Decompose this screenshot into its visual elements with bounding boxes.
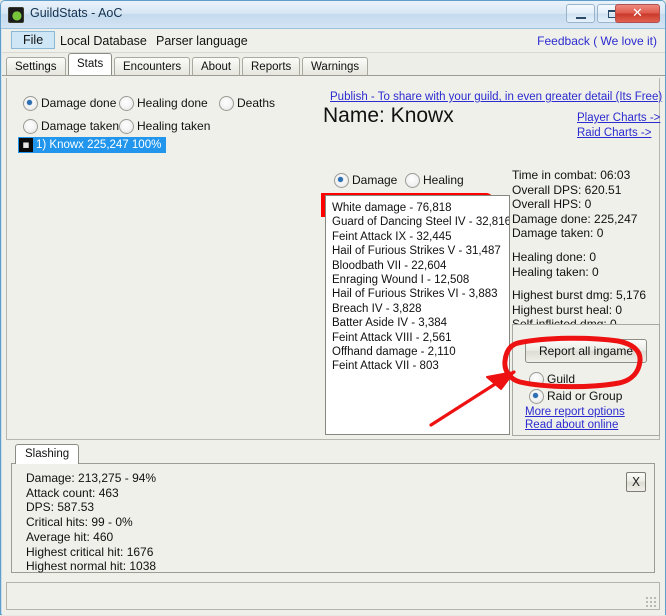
radio-damage-done[interactable]: Damage done: [23, 96, 116, 111]
radio-damage-taken[interactable]: Damage taken: [23, 119, 119, 134]
status-bar: [6, 582, 660, 610]
detail-stat-line: Damage: 213,275 - 94%: [26, 471, 157, 485]
ability-row[interactable]: Enraging Wound I - 12,508: [332, 273, 509, 287]
ability-row[interactable]: Feint Attack VII - 803: [332, 359, 509, 373]
title-bar: ● GuildStats - AoC ✕: [1, 1, 665, 29]
guildstats-logo-icon: ●: [8, 7, 24, 23]
summary-stat-line: Healing taken: 0: [512, 264, 599, 279]
stat-group-spacer: [512, 279, 660, 288]
radio-healing-done[interactable]: Healing done: [119, 96, 208, 111]
player-class-glyph: ▪: [22, 138, 30, 151]
application-window: ● GuildStats - AoC ✕ File Local Database…: [0, 0, 666, 615]
logo-glyph: ●: [11, 8, 23, 22]
summary-stat-line: Overall HPS: 0: [512, 197, 592, 212]
player-class-icon: ▪: [19, 138, 33, 152]
resize-grip[interactable]: [644, 595, 656, 607]
tab-strip: Settings Stats Encounters About Reports Warni…: [2, 53, 665, 75]
tab-slashing[interactable]: Slashing: [15, 444, 80, 464]
summary-stat-line: Time in combat: 06:03: [512, 168, 631, 182]
tab-reports[interactable]: Reports: [242, 57, 301, 75]
tab-about[interactable]: About: [192, 57, 241, 75]
summary-stat-line: Damage done: 225,247: [512, 211, 638, 226]
ability-row[interactable]: Bloodbath VII - 22,604: [332, 259, 509, 273]
window-title: GuildStats - AoC: [30, 6, 123, 20]
publish-link[interactable]: Publish - To share with your guild, in e…: [330, 91, 662, 103]
raid-charts-link[interactable]: Raid Charts ->: [577, 127, 651, 139]
stat-group-spacer: [512, 241, 660, 250]
summary-stat-line: Overall DPS: 620.51: [512, 182, 622, 197]
summary-stats-panel: Time in combat: 06:03 Overall DPS: 620.51…: [512, 168, 660, 331]
player-list-item-label: 1) Knowx 225,247 100%: [36, 139, 162, 151]
ability-row[interactable]: White damage - 76,818: [332, 201, 509, 215]
player-charts-link[interactable]: Player Charts ->: [577, 112, 660, 124]
detail-stat-line: Highest normal hit: 1038: [26, 559, 157, 574]
detail-panel: Slashing Damage: 213,275 - 94% Attack cou…: [6, 444, 660, 575]
read-about-online-link[interactable]: Read about online: [525, 419, 618, 431]
player-list-item[interactable]: ▪ 1) Knowx 225,247 100%: [18, 137, 166, 153]
menu-item-file[interactable]: File: [11, 31, 56, 49]
tab-encounters[interactable]: Encounters: [114, 57, 191, 75]
page-body: Damage done Healing done Deaths Damage t…: [2, 75, 665, 615]
ability-row[interactable]: Guard of Dancing Steel IV - 32,816: [332, 215, 509, 229]
minimize-icon: [576, 17, 586, 19]
detail-stat-line: Highest critical hit: 1676: [26, 544, 154, 559]
tab-stats[interactable]: Stats: [68, 53, 113, 75]
radio-healing[interactable]: Healing: [405, 173, 464, 188]
radio-guild[interactable]: Guild: [529, 372, 575, 387]
tab-settings[interactable]: Settings: [6, 57, 66, 75]
ability-breakdown-list[interactable]: White damage - 76,818 Guard of Dancing St…: [325, 195, 510, 435]
detail-stat-line: Critical hits: 99 - 0%: [26, 515, 133, 530]
ability-row[interactable]: Feint Attack IX - 32,445: [332, 230, 509, 244]
radio-raid-or-group[interactable]: Raid or Group: [529, 389, 622, 404]
feedback-link[interactable]: Feedback ( We love it): [537, 34, 657, 48]
summary-stat-line: Damage taken: 0: [512, 226, 604, 241]
minimize-button[interactable]: [566, 4, 595, 23]
detail-panel-body: Damage: 213,275 - 94% Attack count: 463 DP…: [11, 463, 655, 573]
detail-stat-line: DPS: 587.53: [26, 500, 95, 515]
detail-stat-line: Average hit: 460: [26, 529, 114, 544]
menu-item-local-database[interactable]: Local Database: [54, 32, 153, 50]
detail-stats-list: Damage: 213,275 - 94% Attack count: 463 DP…: [26, 471, 156, 574]
report-all-ingame-button[interactable]: Report all ingame: [525, 339, 647, 363]
summary-stat-line: Highest burst dmg: 5,176: [512, 288, 647, 303]
close-button[interactable]: ✕: [615, 4, 660, 23]
radio-damage[interactable]: Damage: [334, 173, 397, 188]
radio-deaths[interactable]: Deaths: [219, 96, 275, 111]
close-icon: ✕: [632, 6, 643, 21]
summary-stat-line: Highest burst heal: 0: [512, 302, 623, 317]
close-detail-button[interactable]: X: [626, 472, 646, 492]
ability-row[interactable]: Offhand damage - 2,110: [332, 345, 509, 359]
ability-row[interactable]: Hail of Furious Strikes VI - 3,883: [332, 287, 509, 301]
report-options-box: Report all ingame Guild Raid or Group Mo…: [512, 324, 660, 436]
menu-bar: File Local Database Parser language Feed…: [2, 29, 665, 53]
menu-item-parser-language[interactable]: Parser language: [150, 32, 254, 50]
more-report-options-link[interactable]: More report options: [525, 406, 625, 418]
player-name-label: Name: Knowx: [323, 104, 454, 127]
stats-content-panel: Damage done Healing done Deaths Damage t…: [6, 78, 662, 440]
radio-healing-taken[interactable]: Healing taken: [119, 119, 210, 134]
ability-row[interactable]: Hail of Furious Strikes V - 31,487: [332, 244, 509, 258]
ability-row[interactable]: Breach IV - 3,828: [332, 302, 509, 316]
ability-row[interactable]: Batter Aside IV - 3,384: [332, 316, 509, 330]
summary-stat-line: Healing done: 0: [512, 249, 597, 264]
detail-stat-line: Attack count: 463: [26, 485, 119, 500]
ability-row[interactable]: Feint Attack VIII - 2,561: [332, 331, 509, 345]
tab-warnings[interactable]: Warnings: [302, 57, 369, 75]
